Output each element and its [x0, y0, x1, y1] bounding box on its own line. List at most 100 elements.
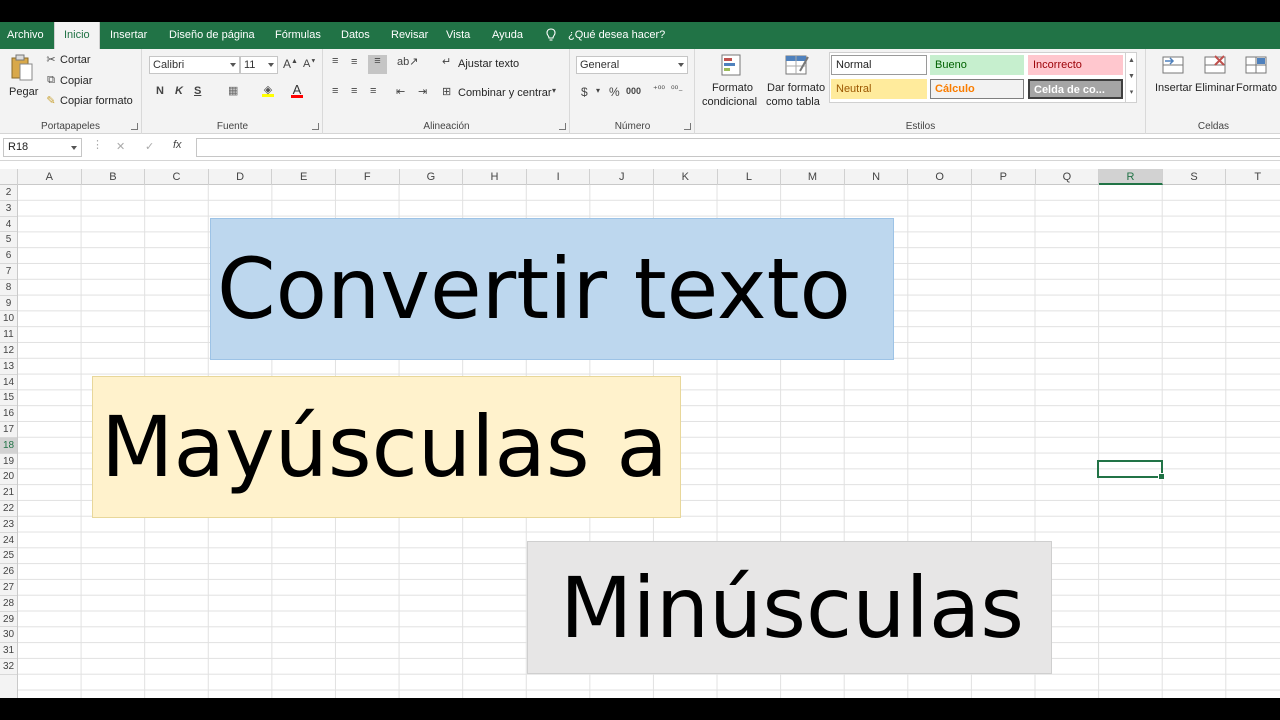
- format-as-table-button[interactable]: Dar formato como tabla: [764, 51, 830, 113]
- column-header-l[interactable]: L: [718, 169, 782, 185]
- style-neutral[interactable]: Neutral: [831, 79, 927, 99]
- font-color-icon[interactable]: A: [291, 82, 303, 98]
- column-header-h[interactable]: H: [463, 169, 527, 185]
- conditional-format-button[interactable]: Formato condicional: [698, 51, 764, 113]
- tab-revisar[interactable]: Revisar: [391, 22, 428, 49]
- tab-datos[interactable]: Datos: [341, 22, 370, 49]
- row-header-12[interactable]: 12: [0, 343, 17, 359]
- decrease-decimal-icon[interactable]: ⁰⁰₋: [671, 84, 683, 95]
- number-format-select[interactable]: General: [576, 56, 688, 74]
- row-header-3[interactable]: 3: [0, 201, 17, 217]
- tab-inicio[interactable]: Inicio: [54, 22, 100, 50]
- row-header-15[interactable]: 15: [0, 390, 17, 407]
- paste-button[interactable]: Pegar: [4, 52, 40, 108]
- decrease-indent-icon[interactable]: ⇤: [396, 85, 405, 98]
- row-header-30[interactable]: 30: [0, 627, 17, 644]
- enter-icon[interactable]: ✓: [145, 140, 154, 153]
- row-header-9[interactable]: 9: [0, 296, 17, 312]
- fill-color-icon[interactable]: ◈: [262, 83, 274, 97]
- column-header-k[interactable]: K: [654, 169, 718, 185]
- font-name-select[interactable]: Calibri: [149, 56, 240, 74]
- column-header-n[interactable]: N: [845, 169, 909, 185]
- row-header-21[interactable]: 21: [0, 485, 17, 501]
- row-header-19[interactable]: 19: [0, 454, 17, 470]
- row-header-5[interactable]: 5: [0, 232, 17, 249]
- align-bottom-icon[interactable]: ≡: [368, 55, 387, 74]
- currency-button[interactable]: $: [581, 85, 588, 99]
- tab-ayuda[interactable]: Ayuda: [492, 22, 523, 49]
- column-header-a[interactable]: A: [18, 169, 82, 185]
- cut-button[interactable]: Cortar: [60, 54, 91, 66]
- column-header-p[interactable]: P: [972, 169, 1036, 185]
- bold-button[interactable]: N: [156, 85, 164, 97]
- align-middle-icon[interactable]: ≡: [351, 56, 357, 68]
- row-header-24[interactable]: 24: [0, 533, 17, 549]
- row-header-14[interactable]: 14: [0, 375, 17, 391]
- column-header-o[interactable]: O: [908, 169, 972, 185]
- column-header-m[interactable]: M: [781, 169, 845, 185]
- gallery-scroll[interactable]: ▲ ▼ ▾: [1125, 53, 1137, 102]
- column-header-r[interactable]: R: [1099, 169, 1163, 185]
- tab-archivo[interactable]: Archivo: [7, 22, 44, 49]
- row-header-26[interactable]: 26: [0, 564, 17, 580]
- formula-input[interactable]: [196, 138, 1280, 157]
- italic-button[interactable]: K: [175, 85, 183, 97]
- tab-diseno-pagina[interactable]: Diseño de página: [169, 22, 255, 49]
- column-header-j[interactable]: J: [590, 169, 654, 185]
- orientation-icon[interactable]: ab↗: [397, 55, 418, 68]
- row-header-20[interactable]: 20: [0, 469, 17, 486]
- borders-icon[interactable]: ▦: [228, 84, 238, 97]
- cancel-icon[interactable]: ✕: [116, 140, 125, 153]
- row-header-27[interactable]: 27: [0, 580, 17, 596]
- row-header-7[interactable]: 7: [0, 264, 17, 280]
- column-header-d[interactable]: D: [209, 169, 273, 185]
- row-header-4[interactable]: 4: [0, 217, 17, 233]
- row-header-11[interactable]: 11: [0, 327, 17, 343]
- format-cells-button[interactable]: Formato: [1235, 51, 1277, 113]
- insert-function-icon[interactable]: fx: [173, 139, 182, 151]
- column-header-c[interactable]: C: [145, 169, 209, 185]
- dialog-launcher-icon[interactable]: [312, 123, 319, 130]
- style-celda-comprobacion[interactable]: Celda de co...: [1028, 79, 1123, 99]
- align-top-icon[interactable]: ≡: [332, 55, 338, 67]
- tell-me-search[interactable]: ¿Qué desea hacer?: [568, 22, 665, 49]
- percent-button[interactable]: %: [609, 85, 620, 99]
- style-normal[interactable]: Normal: [831, 55, 927, 75]
- row-header-10[interactable]: 10: [0, 311, 17, 328]
- column-header-g[interactable]: G: [400, 169, 464, 185]
- align-center-icon[interactable]: ≡: [351, 85, 357, 97]
- chevron-down-icon[interactable]: ▾: [552, 86, 556, 95]
- increase-decimal-icon[interactable]: ⁺⁰⁰: [653, 84, 665, 95]
- font-size-select[interactable]: 11: [240, 56, 278, 74]
- row-header-31[interactable]: 31: [0, 643, 17, 659]
- underline-button[interactable]: S: [194, 85, 201, 97]
- dialog-launcher-icon[interactable]: [684, 123, 691, 130]
- active-cell-selection[interactable]: [1097, 460, 1165, 480]
- row-header-6[interactable]: 6: [0, 248, 17, 264]
- shrink-font-icon[interactable]: A▼: [303, 58, 316, 70]
- row-header-25[interactable]: 25: [0, 548, 17, 565]
- grow-font-icon[interactable]: A▲: [283, 57, 298, 71]
- row-header-29[interactable]: 29: [0, 612, 17, 628]
- row-header-17[interactable]: 17: [0, 422, 17, 438]
- wrap-text-button[interactable]: Ajustar texto: [458, 58, 519, 70]
- row-header-13[interactable]: 13: [0, 359, 17, 375]
- copy-button[interactable]: Copiar: [60, 75, 92, 87]
- format-painter-button[interactable]: Copiar formato: [60, 95, 133, 107]
- column-header-t[interactable]: T: [1226, 169, 1280, 185]
- increase-indent-icon[interactable]: ⇥: [418, 85, 427, 98]
- tab-insertar[interactable]: Insertar: [110, 22, 147, 49]
- row-header-22[interactable]: 22: [0, 501, 17, 517]
- dialog-launcher-icon[interactable]: [131, 123, 138, 130]
- merge-center-button[interactable]: Combinar y centrar: [458, 87, 552, 99]
- insert-cells-button[interactable]: Insertar: [1153, 51, 1193, 113]
- align-right-icon[interactable]: ≡: [370, 85, 376, 97]
- column-header-i[interactable]: I: [527, 169, 591, 185]
- row-header-16[interactable]: 16: [0, 406, 17, 422]
- row-header-23[interactable]: 23: [0, 517, 17, 533]
- style-calculo[interactable]: Cálculo: [930, 79, 1024, 99]
- row-header-32[interactable]: 32: [0, 659, 17, 675]
- column-header-s[interactable]: S: [1163, 169, 1227, 185]
- delete-cells-button[interactable]: Eliminar: [1195, 51, 1235, 113]
- style-incorrecto[interactable]: Incorrecto: [1028, 55, 1123, 75]
